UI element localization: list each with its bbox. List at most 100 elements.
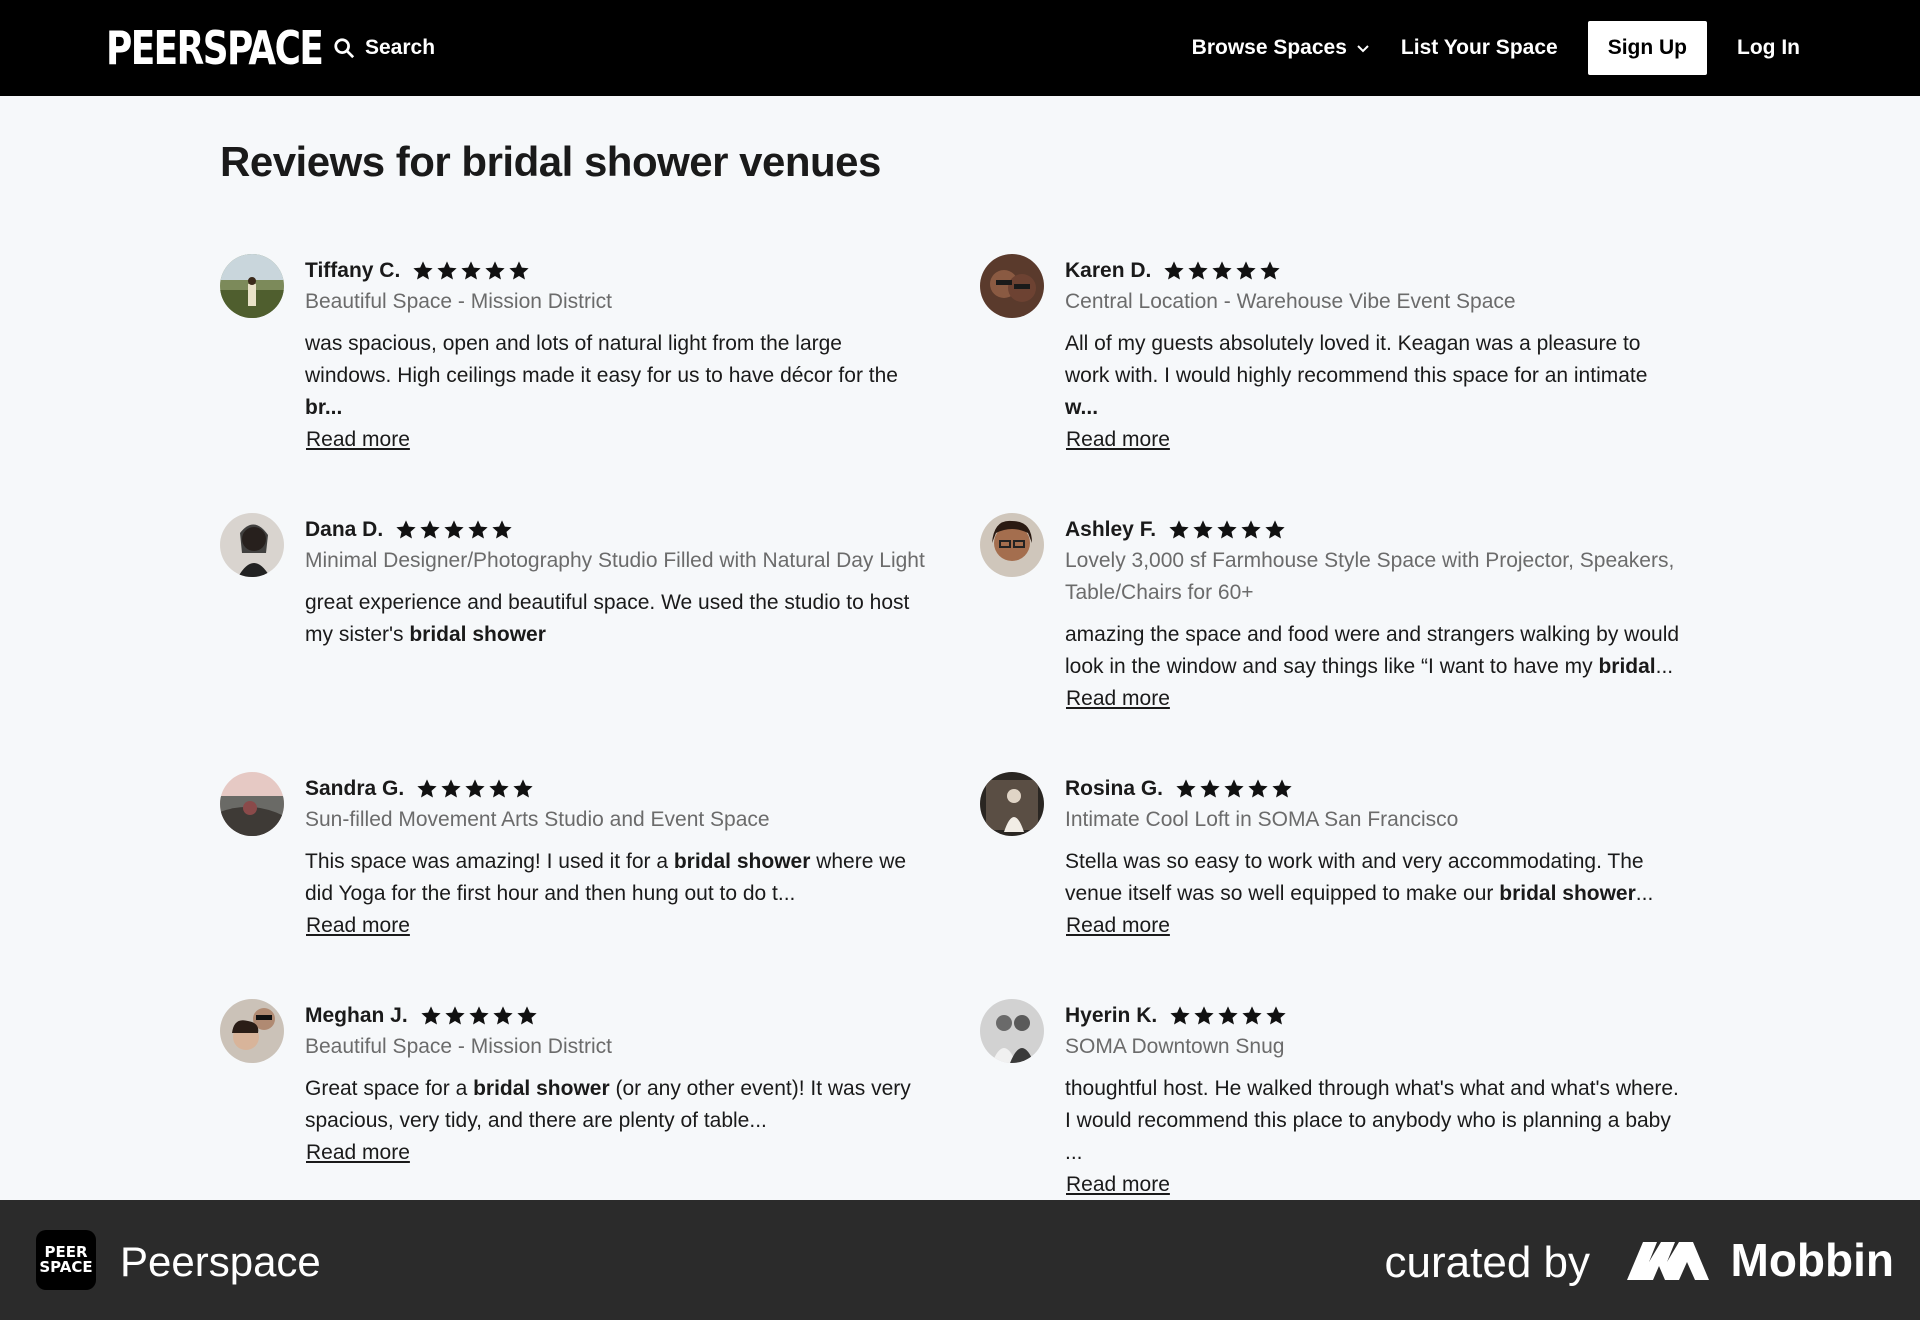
review-text: amazing the space and food were and stra… [1065, 623, 1680, 678]
reviewer-name: Dana D. [305, 518, 384, 541]
avatar [980, 772, 1044, 836]
star-icon [437, 261, 457, 280]
star-icon [1265, 520, 1285, 539]
mobbin-wordmark: Mobbin [1730, 1234, 1895, 1286]
sign-up-button[interactable]: Sign Up [1587, 21, 1708, 75]
star-icon [417, 779, 437, 798]
avatar [980, 513, 1044, 577]
browse-spaces-dropdown[interactable]: Browse Spaces [1192, 36, 1371, 60]
reviewer-name: Hyerin K. [1065, 1004, 1158, 1027]
peerspace-app-icon: PEER SPACE [36, 1230, 96, 1290]
star-icon [513, 779, 533, 798]
star-icon [420, 520, 440, 539]
star-icon [1236, 261, 1256, 280]
star-icon [509, 261, 529, 280]
reviewer-name: Meghan J. [305, 1004, 408, 1027]
space-name-link[interactable]: SOMA Downtown Snug [1065, 1031, 1685, 1063]
space-name-link[interactable]: Beautiful Space - Mission District [305, 1031, 925, 1063]
star-icon [1241, 520, 1261, 539]
mobbin-brand[interactable]: Mobbin [1625, 1230, 1895, 1290]
peerspace-logo[interactable]: PEERSPACE [106, 22, 324, 74]
star-icon [489, 779, 509, 798]
star-rating [1169, 1005, 1287, 1027]
space-name-link[interactable]: Minimal Designer/Photography Studio Fill… [305, 545, 925, 577]
star-icon [441, 779, 461, 798]
read-more-link[interactable]: Read more [1066, 683, 1170, 715]
star-icon [444, 520, 464, 539]
search-label: Search [365, 36, 436, 59]
star-icon [445, 1006, 465, 1025]
main-nav: Browse Spaces List Your Space Sign Up Lo… [1192, 20, 1800, 76]
review-text: This space was amazing! I used it for a … [305, 850, 907, 905]
star-icon [469, 1006, 489, 1025]
reviewer-name: Tiffany C. [305, 259, 401, 282]
star-icon [1224, 779, 1244, 798]
review-text: great experience and beautiful space. We… [305, 591, 910, 646]
read-more-link[interactable]: Read more [306, 1137, 410, 1169]
star-icon [1188, 261, 1208, 280]
star-icon [1169, 520, 1189, 539]
review-text: All of my guests absolutely loved it. Ke… [1065, 332, 1648, 419]
space-name-link[interactable]: Beautiful Space - Mission District [305, 286, 925, 318]
read-more-link[interactable]: Read more [1066, 1169, 1170, 1201]
star-icon [461, 261, 481, 280]
avatar [220, 254, 284, 318]
browse-spaces-label: Browse Spaces [1191, 36, 1347, 59]
star-icon [413, 261, 433, 280]
read-more-link[interactable]: Read more [306, 910, 410, 942]
space-name-link[interactable]: Intimate Cool Loft in SOMA San Francisco [1065, 804, 1685, 836]
star-rating [1163, 260, 1281, 282]
star-icon [493, 1006, 513, 1025]
star-rating [1168, 519, 1286, 541]
star-icon [1272, 779, 1292, 798]
avatar [220, 772, 284, 836]
star-rating [416, 778, 534, 800]
star-icon [1217, 520, 1237, 539]
chevron-down-icon [1357, 45, 1369, 53]
reviewer-name: Ashley F. [1065, 518, 1157, 541]
footer-bar: PEER SPACE Peerspace curated by Mobbin [0, 1200, 1920, 1320]
star-icon [1248, 779, 1268, 798]
log-in-link[interactable]: Log In [1737, 36, 1800, 60]
star-icon [1164, 261, 1184, 280]
star-icon [1212, 261, 1232, 280]
review-text: Great space for a bridal shower (or any … [305, 1077, 911, 1132]
page-title: Reviews for bridal shower venues [220, 138, 881, 185]
space-name-link[interactable]: Lovely 3,000 sf Farmhouse Style Space wi… [1065, 545, 1685, 609]
avatar [220, 999, 284, 1063]
reviewer-name: Sandra G. [305, 777, 405, 800]
top-navigation-bar: PEERSPACE Search Browse Spaces List Your… [0, 0, 1920, 96]
space-name-link[interactable]: Central Location - Warehouse Vibe Event … [1065, 286, 1685, 318]
star-rating [1175, 778, 1293, 800]
star-icon [1176, 779, 1196, 798]
avatar [980, 254, 1044, 318]
space-name-link[interactable]: Sun-filled Movement Arts Studio and Even… [305, 804, 925, 836]
review-text: was spacious, open and lots of natural l… [305, 332, 898, 419]
avatar [980, 999, 1044, 1063]
list-your-space-link[interactable]: List Your Space [1401, 36, 1558, 60]
star-rating [412, 260, 530, 282]
read-more-link[interactable]: Read more [306, 424, 410, 456]
avatar [220, 513, 284, 577]
curated-by-label: curated by [1384, 1238, 1590, 1287]
app-name: Peerspace [120, 1238, 321, 1285]
star-icon [1266, 1006, 1286, 1025]
star-icon [468, 520, 488, 539]
star-icon [1218, 1006, 1238, 1025]
review-text: Stella was so easy to work with and very… [1065, 850, 1654, 905]
star-icon [396, 520, 416, 539]
reviewer-name: Rosina G. [1065, 777, 1164, 800]
star-icon [1242, 1006, 1262, 1025]
mobbin-logo-icon [1626, 1242, 1709, 1280]
search-button[interactable]: Search [333, 30, 435, 66]
search-icon [334, 38, 355, 59]
star-icon [492, 520, 512, 539]
read-more-link[interactable]: Read more [1066, 424, 1170, 456]
star-rating [420, 1005, 538, 1027]
read-more-link[interactable]: Read more [1066, 910, 1170, 942]
star-icon [1170, 1006, 1190, 1025]
reviewer-name: Karen D. [1065, 259, 1152, 282]
review-text: thoughtful host. He walked through what'… [1065, 1077, 1679, 1164]
star-rating [395, 519, 513, 541]
star-icon [1194, 1006, 1214, 1025]
